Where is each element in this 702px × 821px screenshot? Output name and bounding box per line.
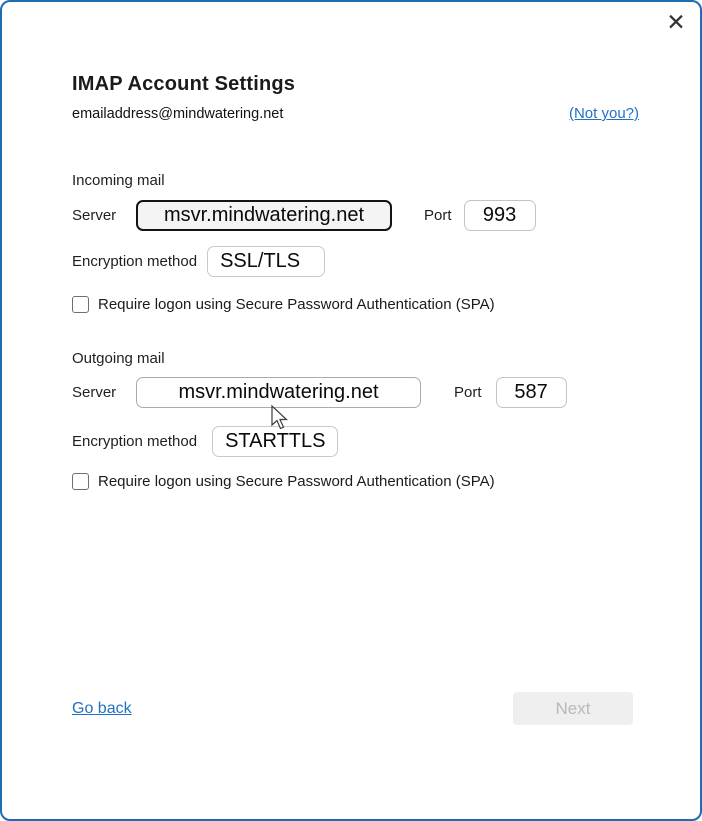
outgoing-spa-row: Require logon using Secure Password Auth… xyxy=(72,473,630,490)
incoming-encryption-select[interactable]: SSL/TLS xyxy=(207,246,325,277)
incoming-spa-checkbox[interactable] xyxy=(72,296,89,313)
outgoing-port-label: Port xyxy=(454,384,482,401)
incoming-section-label: Incoming mail xyxy=(72,172,630,189)
imap-settings-dialog: ✕ IMAP Account Settings emailaddress@min… xyxy=(0,0,702,821)
page-title: IMAP Account Settings xyxy=(72,73,630,96)
outgoing-section-label: Outgoing mail xyxy=(72,350,630,367)
incoming-encryption-label: Encryption method xyxy=(72,253,197,270)
outgoing-spa-label: Require logon using Secure Password Auth… xyxy=(98,473,495,490)
not-you-link[interactable]: (Not you?) xyxy=(569,105,639,122)
incoming-port-input[interactable] xyxy=(464,200,536,231)
incoming-server-label: Server xyxy=(72,207,136,224)
outgoing-port-input[interactable] xyxy=(496,377,567,408)
incoming-server-input[interactable] xyxy=(136,200,392,231)
dialog-content: IMAP Account Settings emailaddress@mindw… xyxy=(2,73,700,490)
outgoing-spa-checkbox[interactable] xyxy=(72,473,89,490)
outgoing-server-label: Server xyxy=(72,384,136,401)
outgoing-encryption-select[interactable]: STARTTLS xyxy=(212,426,338,457)
incoming-server-row: Server Port xyxy=(72,200,630,231)
incoming-port-label: Port xyxy=(424,207,452,224)
next-button[interactable]: Next xyxy=(513,692,633,725)
dialog-footer: Go back Next xyxy=(72,692,633,725)
go-back-link[interactable]: Go back xyxy=(72,700,132,718)
incoming-spa-label: Require logon using Secure Password Auth… xyxy=(98,296,495,313)
incoming-spa-row: Require logon using Secure Password Auth… xyxy=(72,296,630,313)
incoming-encryption-row: Encryption method SSL/TLS xyxy=(72,246,630,277)
outgoing-server-input[interactable] xyxy=(136,377,421,408)
outgoing-encryption-row: Encryption method STARTTLS xyxy=(72,426,630,457)
outgoing-encryption-label: Encryption method xyxy=(72,433,197,450)
account-row: emailaddress@mindwatering.net (Not you?) xyxy=(72,105,639,122)
close-icon[interactable]: ✕ xyxy=(662,8,690,36)
account-email: emailaddress@mindwatering.net xyxy=(72,106,283,122)
outgoing-server-row: Server Port xyxy=(72,377,630,408)
